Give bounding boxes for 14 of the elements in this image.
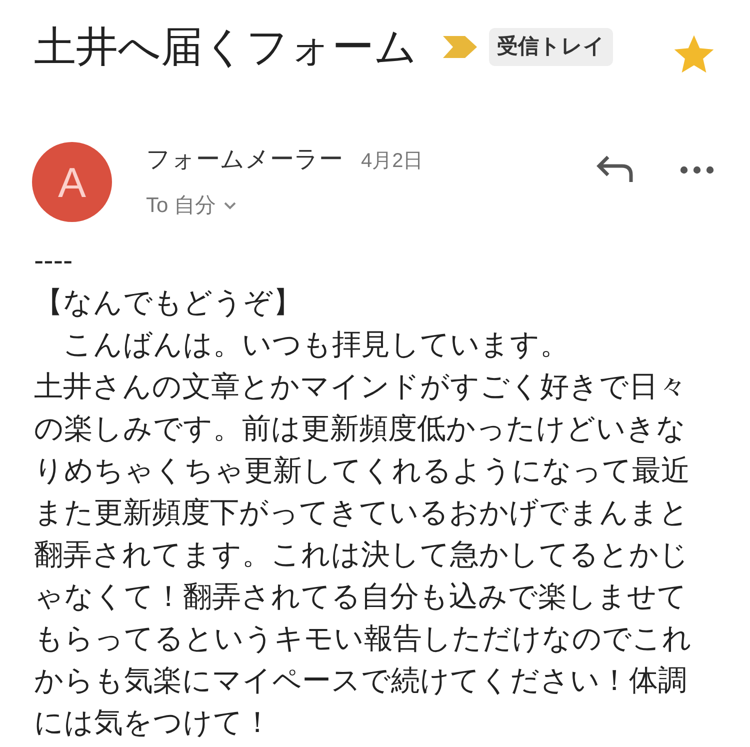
message-date: 4月2日 (361, 149, 424, 174)
chevron-icon (224, 202, 236, 210)
recipients-toggle[interactable]: To 自分 (146, 190, 424, 222)
reply-icon[interactable] (596, 154, 634, 184)
body-text: こんばんは。いつも拝見しています。 (62, 328, 570, 363)
inbox-label[interactable]: 受信トレイ (489, 28, 613, 66)
sender-name: フォームメーラー (146, 145, 343, 175)
more-icon[interactable] (680, 166, 714, 174)
avatar: A (32, 142, 112, 222)
body-text: 土井さんの文章とかマインドがすごく好きで日々の楽しみです。前は更新頻度低かったけどいきなりめちゃくちゃ更新してくれるようになって最近また更新頻度下がってきているおかげでまんまと翻弄されてます。これは決して急かしてるとかじゃなくて！翻弄されてる自分も込みで楽しませてもらってるというキモい報告しただけなのでこれからも気楽にマイペースで続けてください！体調には気をつけて！ (34, 370, 693, 741)
star-icon[interactable] (674, 35, 714, 75)
subject-title: 土井へ届くフォーム (34, 22, 417, 72)
body-text: 【なんでもどうぞ】 (34, 286, 303, 321)
body-text: ---- (34, 244, 74, 279)
